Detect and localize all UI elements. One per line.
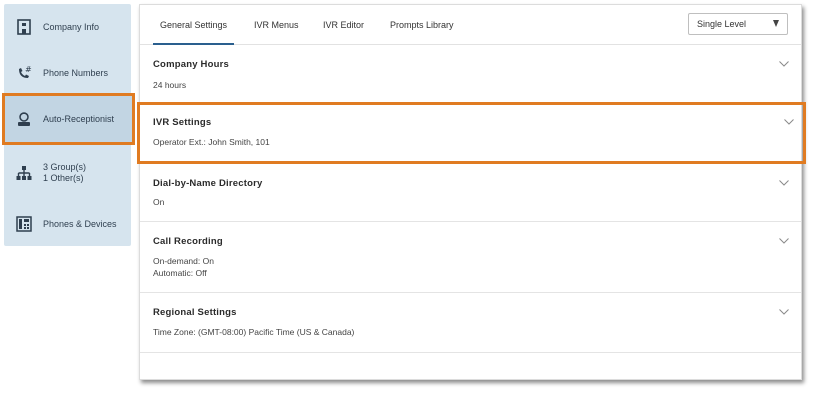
section-company-hours[interactable]: Company Hours 24 hours xyxy=(140,45,801,103)
section-title: Call Recording xyxy=(153,236,223,247)
dropdown-arrow-icon xyxy=(773,20,779,27)
sidebar-item-label: Auto-Receptionist xyxy=(43,113,115,124)
level-dropdown-value: Single Level xyxy=(697,19,747,29)
building-icon xyxy=(15,18,33,36)
section-regional-settings[interactable]: Regional Settings Time Zone: (GMT-08:00)… xyxy=(140,293,801,353)
section-value: On xyxy=(153,197,165,207)
sidebar-item-phone-numbers[interactable]: # Phone Numbers xyxy=(4,50,131,96)
section-title: Company Hours xyxy=(153,59,229,70)
tab-ivr-editor[interactable]: IVR Editor xyxy=(323,5,364,45)
chevron-down-icon[interactable] xyxy=(779,309,789,315)
settings-panel: General Settings IVR Menus IVR Editor Pr… xyxy=(137,4,806,380)
section-ivr-settings[interactable]: IVR Settings Operator Ext.: John Smith, … xyxy=(137,102,806,164)
tab-bar: General Settings IVR Menus IVR Editor Pr… xyxy=(140,5,801,45)
chevron-down-icon[interactable] xyxy=(779,180,789,186)
section-value: 24 hours xyxy=(153,80,187,90)
sidebar: Company Info # Phone Numbers Auto-Recept… xyxy=(2,4,135,247)
tab-general-settings[interactable]: General Settings xyxy=(152,5,235,45)
section-title: Dial-by-Name Directory xyxy=(153,178,263,189)
org-chart-icon xyxy=(15,164,33,182)
receptionist-icon xyxy=(15,110,33,128)
chevron-down-icon[interactable] xyxy=(779,238,789,244)
sidebar-item-label: Company Info xyxy=(43,21,100,32)
sidebar-item-groups[interactable]: 3 Group(s) 1 Other(s) xyxy=(4,150,131,196)
svg-text:#: # xyxy=(25,65,32,74)
desk-phone-icon xyxy=(15,215,33,233)
groups-count: 3 Group(s) xyxy=(43,162,87,172)
chevron-down-icon[interactable] xyxy=(784,119,794,125)
section-value: Operator Ext.: John Smith, 101 xyxy=(153,137,270,147)
sidebar-item-label: Phone Numbers xyxy=(43,67,109,78)
tab-ivr-menus[interactable]: IVR Menus xyxy=(254,5,299,45)
sidebar-item-label: Phones & Devices xyxy=(43,218,117,229)
section-title: Regional Settings xyxy=(153,307,237,318)
section-dial-by-name[interactable]: Dial-by-Name Directory On xyxy=(140,164,801,222)
others-count: 1 Other(s) xyxy=(43,173,84,183)
section-title: IVR Settings xyxy=(153,117,212,128)
section-value: Automatic: Off xyxy=(153,268,207,278)
level-dropdown[interactable]: Single Level xyxy=(688,13,788,35)
sidebar-item-phones-devices[interactable]: Phones & Devices xyxy=(4,201,131,247)
phone-hash-icon: # xyxy=(15,64,33,82)
section-call-recording[interactable]: Call Recording On-demand: On Automatic: … xyxy=(140,222,801,293)
sidebar-item-label: 3 Group(s) 1 Other(s) xyxy=(43,162,86,184)
chevron-down-icon[interactable] xyxy=(779,61,789,67)
tab-prompts-library[interactable]: Prompts Library xyxy=(390,5,454,45)
section-value: Time Zone: (GMT-08:00) Pacific Time (US … xyxy=(153,327,355,337)
sidebar-item-company-info[interactable]: Company Info xyxy=(4,4,131,50)
section-value: On-demand: On xyxy=(153,256,214,266)
sidebar-item-auto-receptionist[interactable]: Auto-Receptionist xyxy=(2,93,135,145)
